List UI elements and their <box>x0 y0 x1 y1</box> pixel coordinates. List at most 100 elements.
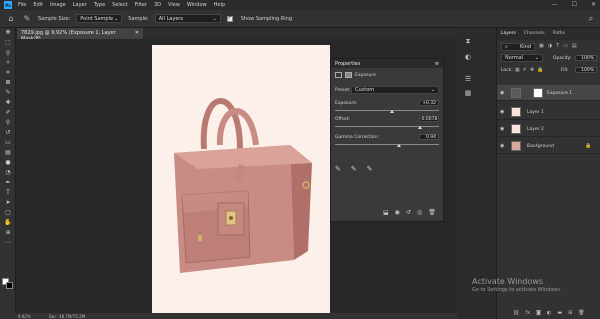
view-previous-icon[interactable]: ◉ <box>395 209 400 216</box>
sampling-ring-checkbox[interactable] <box>226 15 233 22</box>
mask-thumbnail[interactable] <box>533 88 543 98</box>
quick-select-tool-icon[interactable]: ✧ <box>0 58 16 68</box>
menu-image[interactable]: Image <box>50 2 66 8</box>
offset-slider[interactable] <box>335 126 439 127</box>
fx-icon[interactable]: fx <box>525 310 530 316</box>
gamma-slider-knob[interactable] <box>397 144 402 147</box>
eyedropper-black-icon[interactable]: ✎ <box>335 165 341 173</box>
menu-window[interactable]: Window <box>187 2 207 8</box>
search-icon[interactable]: ⌕ <box>586 14 596 24</box>
healing-brush-icon[interactable]: ✚ <box>0 98 16 108</box>
tab-channels[interactable]: Channels <box>524 31 545 37</box>
hand-tool-icon[interactable]: ✋ <box>0 218 16 228</box>
shape-tool-icon[interactable]: ▢ <box>0 208 16 218</box>
frame-tool-icon[interactable]: ⊠ <box>0 78 16 88</box>
minimize-icon[interactable]: — <box>552 1 558 8</box>
move-tool-icon[interactable]: ✥ <box>0 28 16 38</box>
menu-layer[interactable]: Layer <box>73 2 87 8</box>
libraries-icon[interactable]: ▦ <box>463 88 473 98</box>
close-icon[interactable]: ✕ <box>591 1 596 8</box>
marquee-tool-icon[interactable]: ⬚ <box>0 38 16 48</box>
menu-view[interactable]: View <box>168 2 180 8</box>
delete-icon[interactable]: 🗑 <box>428 209 436 216</box>
new-layer-icon[interactable]: ⊞ <box>568 310 572 316</box>
exposure-value[interactable]: +0.32 <box>419 100 439 106</box>
lock-all-icon[interactable]: 🔒 <box>537 67 543 73</box>
offset-value[interactable]: -0.0078 <box>419 116 439 122</box>
eraser-tool-icon[interactable]: ▭ <box>0 138 16 148</box>
eye-icon[interactable]: ◉ <box>500 90 504 96</box>
menu-filter[interactable]: Filter <box>135 2 147 8</box>
blur-tool-icon[interactable]: ● <box>0 158 16 168</box>
sample-select[interactable]: All Layers ⌄ <box>154 14 221 23</box>
menu-type[interactable]: Type <box>94 2 105 8</box>
close-icon[interactable]: ✕ <box>135 30 139 37</box>
history-brush-icon[interactable]: ↺ <box>0 128 16 138</box>
layer-row[interactable]: ◉ Layer 1 <box>497 104 600 120</box>
adjustments-icon[interactable]: ◐ <box>463 52 473 62</box>
document-tab[interactable]: 7829.jpg @ 9.92% (Exposure 1, Layer Mask… <box>17 28 143 42</box>
tab-paths[interactable]: Paths <box>553 31 565 37</box>
layer-row[interactable]: ◉ Layer 2 <box>497 121 600 137</box>
brush-tool-icon[interactable]: ✐ <box>0 108 16 118</box>
gamma-value[interactable]: 0.94 <box>419 134 439 140</box>
eye-icon[interactable]: ◉ <box>500 109 504 115</box>
clone-stamp-icon[interactable]: ⚲ <box>0 118 16 128</box>
lock-transparent-icon[interactable]: ▦ <box>515 67 520 73</box>
history-icon[interactable]: ⧗ <box>463 36 473 46</box>
zoom-level[interactable]: 9.92% <box>18 314 31 319</box>
maximize-icon[interactable]: ☐ <box>572 1 577 8</box>
menu-edit[interactable]: Edit <box>33 2 43 8</box>
link-layers-icon[interactable]: ⛓ <box>513 310 519 316</box>
pen-tool-icon[interactable]: ✒ <box>0 178 16 188</box>
dodge-tool-icon[interactable]: ◔ <box>0 168 16 178</box>
lock-position-icon[interactable]: ✥ <box>530 67 534 73</box>
sample-size-select[interactable]: Point Sample ⌄ <box>76 14 123 23</box>
eyedropper-white-icon[interactable]: ✎ <box>367 165 373 173</box>
eye-icon[interactable]: ◉ <box>500 143 504 149</box>
delete-layer-icon[interactable]: 🗑 <box>578 310 584 316</box>
pixel-filter-icon[interactable]: ▣ <box>539 43 544 49</box>
menu-select[interactable]: Select <box>112 2 127 8</box>
new-adjustment-icon[interactable]: ◐ <box>547 310 551 316</box>
visibility-icon[interactable]: ◎ <box>417 209 422 216</box>
opacity-value[interactable]: 100% <box>575 55 597 61</box>
eyedropper-gray-icon[interactable]: ✎ <box>351 165 357 173</box>
exposure-slider-knob[interactable] <box>390 110 395 113</box>
offset-slider-knob[interactable] <box>418 126 423 129</box>
preset-select[interactable]: Custom ⌄ <box>351 86 439 94</box>
more-tools-icon[interactable]: ⋯ <box>0 238 16 248</box>
layer-row[interactable]: ◉ Background 🔒 <box>497 138 600 154</box>
clip-to-layer-icon[interactable]: ⬓ <box>383 209 389 216</box>
zoom-tool-icon[interactable]: ⊕ <box>0 228 16 238</box>
type-tool-icon[interactable]: T <box>0 188 16 198</box>
type-filter-icon[interactable]: T <box>556 43 559 49</box>
gamma-slider[interactable] <box>335 144 439 145</box>
background-color-swatch[interactable] <box>6 282 13 289</box>
layer-row[interactable]: ◉ Exposure 1 <box>497 85 600 101</box>
menu-3d[interactable]: 3D <box>154 2 161 8</box>
reset-icon[interactable]: ↺ <box>406 209 411 216</box>
tab-layers[interactable]: Layers <box>501 31 516 37</box>
new-group-icon[interactable]: ▬ <box>557 310 562 316</box>
panel-menu-icon[interactable]: ≡ <box>435 61 439 67</box>
menu-file[interactable]: File <box>18 2 26 8</box>
path-select-icon[interactable]: ➤ <box>0 198 16 208</box>
canvas[interactable] <box>152 45 330 313</box>
fill-value[interactable]: 100% <box>575 67 597 73</box>
lasso-tool-icon[interactable]: ϙ <box>0 48 16 58</box>
blend-mode-select[interactable]: Normal ⌄ <box>501 54 543 62</box>
home-icon[interactable]: ⌂ <box>6 14 16 24</box>
shape-filter-icon[interactable]: ▭ <box>563 43 568 49</box>
adjustment-filter-icon[interactable]: ◑ <box>548 43 552 49</box>
menu-help[interactable]: Help <box>214 2 225 8</box>
properties-icon[interactable]: ☰ <box>463 74 473 84</box>
exposure-slider[interactable] <box>335 110 439 111</box>
eye-icon[interactable]: ◉ <box>500 126 504 132</box>
eyedropper-icon[interactable]: ✎ <box>0 88 16 98</box>
add-mask-icon[interactable]: ◙ <box>536 310 541 316</box>
mask-icon[interactable] <box>345 72 352 78</box>
gradient-tool-icon[interactable]: ▤ <box>0 148 16 158</box>
lock-pixels-icon[interactable]: ✐ <box>523 67 527 73</box>
smart-filter-icon[interactable]: ▤ <box>572 43 577 49</box>
